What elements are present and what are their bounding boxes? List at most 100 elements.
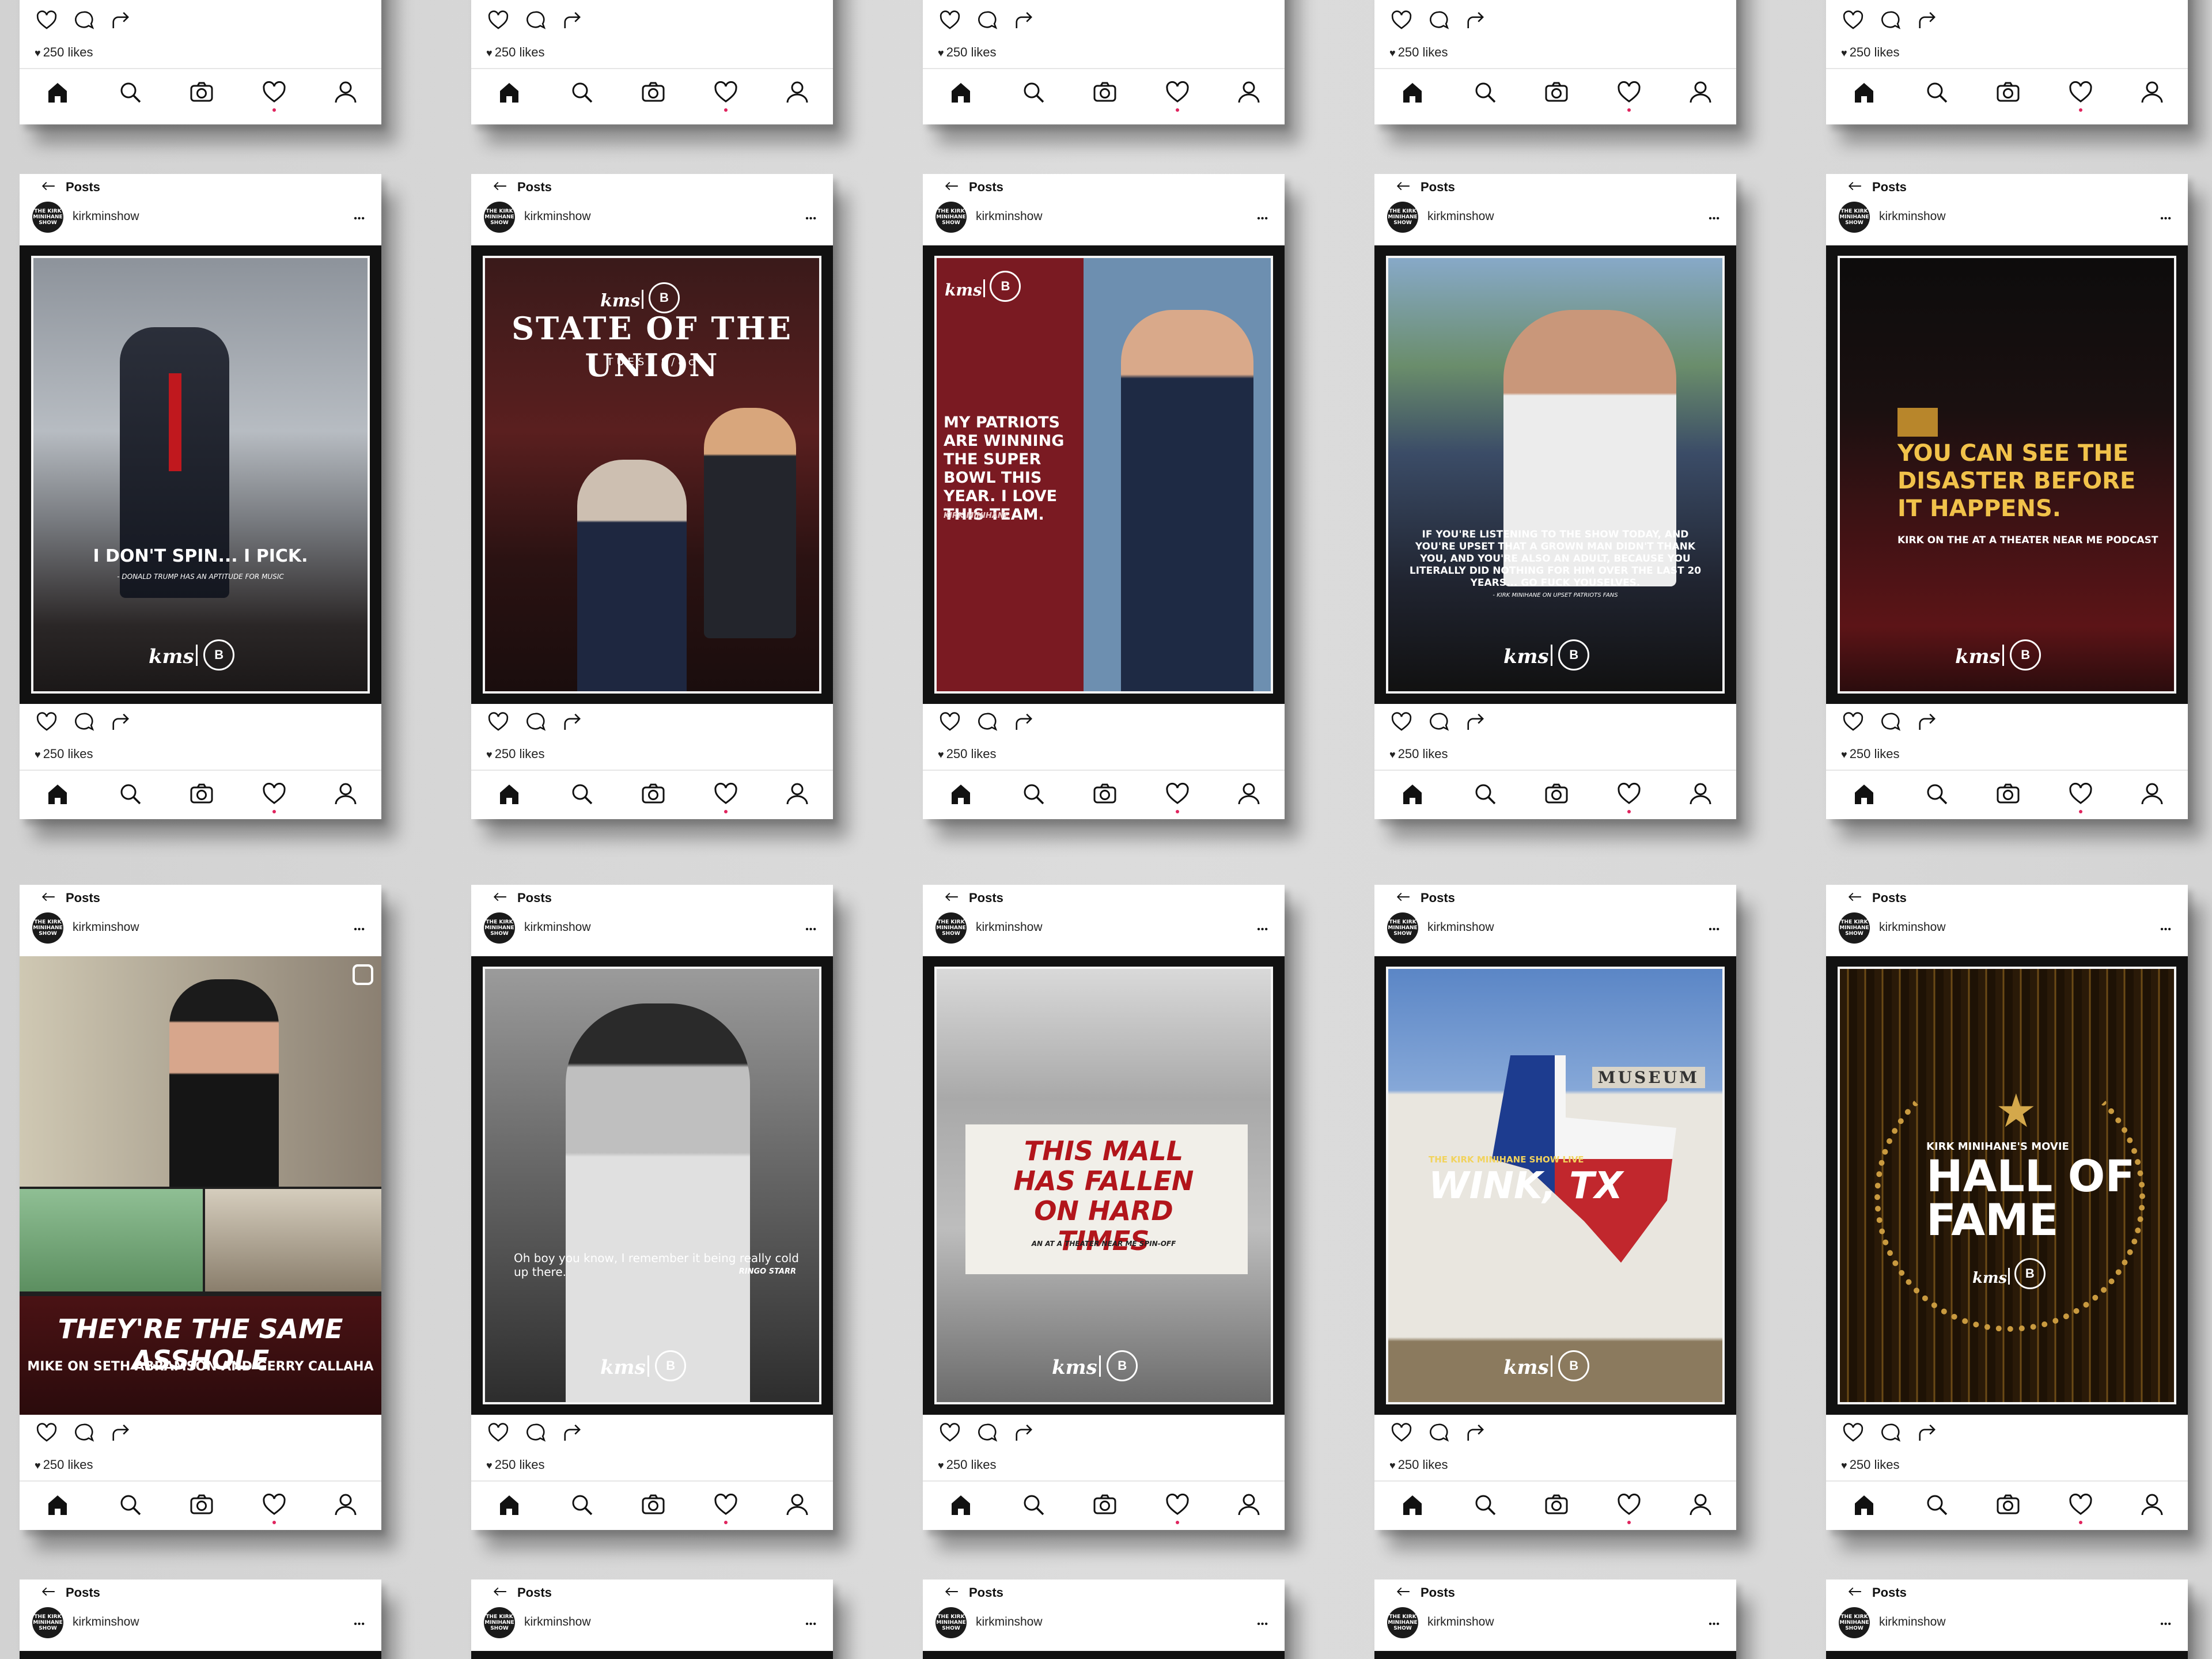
heart-icon[interactable]	[485, 710, 512, 734]
profile-icon[interactable]	[1687, 1491, 1714, 1518]
more-icon[interactable]: •••	[1709, 213, 1720, 225]
heart-icon[interactable]	[1388, 1421, 1415, 1445]
profile-icon[interactable]	[1687, 78, 1714, 106]
activity-icon[interactable]	[1164, 780, 1191, 808]
search-icon[interactable]	[116, 1491, 144, 1518]
profile-icon[interactable]	[1235, 78, 1263, 106]
more-icon[interactable]: •••	[2160, 924, 2172, 935]
avatar[interactable]: THE KIRK MINIHANE SHOW	[935, 202, 967, 233]
back-arrow-icon[interactable]	[939, 179, 964, 194]
search-icon[interactable]	[1471, 78, 1499, 106]
home-icon[interactable]	[947, 78, 975, 106]
activity-icon[interactable]	[260, 1491, 288, 1518]
back-arrow-icon[interactable]	[939, 889, 964, 904]
more-icon[interactable]: •••	[805, 924, 817, 935]
home-icon[interactable]	[1399, 1491, 1426, 1518]
avatar[interactable]: THE KIRK MINIHANE SHOW	[1839, 912, 1870, 944]
heart-icon[interactable]	[485, 1421, 512, 1445]
profile-icon[interactable]	[783, 780, 811, 808]
heart-icon[interactable]	[485, 8, 512, 32]
comment-icon[interactable]	[974, 1421, 1000, 1445]
heart-icon[interactable]	[33, 710, 60, 734]
post-image[interactable]: STATE OF THE UNION TUES. 9/8c kms B	[471, 245, 833, 704]
camera-icon[interactable]	[1994, 780, 2022, 808]
avatar[interactable]: THE KIRK MINIHANE SHOW	[32, 1607, 63, 1638]
camera-icon[interactable]	[639, 1491, 667, 1518]
search-icon[interactable]	[1471, 780, 1499, 808]
avatar[interactable]: THE KIRK MINIHANE SHOW	[32, 912, 63, 944]
post-image[interactable]: THIS MALL HAS FALLEN ON HARD TIMES AN AT …	[923, 956, 1285, 1415]
username[interactable]: kirkminshow	[1427, 1615, 1494, 1629]
back-arrow-icon[interactable]	[1391, 1584, 1416, 1599]
activity-icon[interactable]	[1164, 78, 1191, 106]
profile-icon[interactable]	[1235, 780, 1263, 808]
profile-icon[interactable]	[2138, 78, 2166, 106]
share-icon[interactable]	[1462, 8, 1488, 32]
reel-icon[interactable]	[353, 964, 373, 985]
profile-icon[interactable]	[332, 780, 359, 808]
share-icon[interactable]	[107, 710, 134, 734]
profile-icon[interactable]	[1687, 780, 1714, 808]
avatar[interactable]: THE KIRK MINIHANE SHOW	[1387, 912, 1418, 944]
post-image[interactable]	[471, 1651, 833, 1659]
more-icon[interactable]: •••	[1257, 213, 1268, 225]
post-image[interactable]: ★ KIRK MINIHANE'S MOVIE HALL OF FAME kms B	[1826, 956, 2188, 1415]
camera-icon[interactable]	[188, 780, 215, 808]
comment-icon[interactable]	[522, 710, 548, 734]
profile-icon[interactable]	[783, 1491, 811, 1518]
back-arrow-icon[interactable]	[487, 1584, 513, 1599]
activity-icon[interactable]	[712, 78, 740, 106]
more-icon[interactable]: •••	[1257, 1619, 1268, 1630]
comment-icon[interactable]	[1425, 710, 1452, 734]
home-icon[interactable]	[44, 1491, 71, 1518]
heart-icon[interactable]	[1388, 710, 1415, 734]
share-icon[interactable]	[107, 8, 134, 32]
avatar[interactable]: THE KIRK MINIHANE SHOW	[484, 912, 515, 944]
comment-icon[interactable]	[1877, 710, 1903, 734]
share-icon[interactable]	[1010, 1421, 1037, 1445]
post-image[interactable]	[20, 1651, 381, 1659]
activity-icon[interactable]	[2067, 1491, 2094, 1518]
search-icon[interactable]	[1923, 1491, 1950, 1518]
home-icon[interactable]	[44, 780, 71, 808]
comment-icon[interactable]	[974, 710, 1000, 734]
camera-icon[interactable]	[188, 1491, 215, 1518]
more-icon[interactable]: •••	[354, 1619, 365, 1630]
avatar[interactable]: THE KIRK MINIHANE SHOW	[484, 202, 515, 233]
avatar[interactable]: THE KIRK MINIHANE SHOW	[935, 912, 967, 944]
post-image[interactable]: YOU CAN SEE THE DISASTER BEFORE IT HAPPE…	[1826, 245, 2188, 704]
username[interactable]: kirkminshow	[1879, 210, 1946, 224]
back-arrow-icon[interactable]	[1391, 889, 1416, 904]
share-icon[interactable]	[559, 8, 585, 32]
search-icon[interactable]	[568, 1491, 596, 1518]
share-icon[interactable]	[559, 1421, 585, 1445]
search-icon[interactable]	[568, 780, 596, 808]
comment-icon[interactable]	[522, 1421, 548, 1445]
username[interactable]: kirkminshow	[1879, 921, 1946, 934]
avatar[interactable]: THE KIRK MINIHANE SHOW	[1839, 1607, 1870, 1638]
profile-icon[interactable]	[1235, 1491, 1263, 1518]
avatar[interactable]: THE KIRK MINIHANE SHOW	[1387, 1607, 1418, 1638]
post-image[interactable]	[1374, 1651, 1736, 1659]
home-icon[interactable]	[947, 780, 975, 808]
home-icon[interactable]	[44, 78, 71, 106]
search-icon[interactable]	[568, 78, 596, 106]
post-image[interactable]: THEY'RE THE SAME ASSHOLE MIKE ON SETH ABR…	[20, 956, 381, 1415]
activity-icon[interactable]	[1615, 1491, 1643, 1518]
back-arrow-icon[interactable]	[487, 179, 513, 194]
post-image[interactable]: IF YOU'RE LISTENING TO THE SHOW TODAY, A…	[1374, 245, 1736, 704]
back-arrow-icon[interactable]	[1842, 889, 1868, 904]
camera-icon[interactable]	[1091, 78, 1119, 106]
share-icon[interactable]	[1914, 8, 1940, 32]
home-icon[interactable]	[1850, 78, 1878, 106]
username[interactable]: kirkminshow	[524, 921, 591, 934]
activity-icon[interactable]	[2067, 78, 2094, 106]
share-icon[interactable]	[559, 710, 585, 734]
camera-icon[interactable]	[188, 78, 215, 106]
camera-icon[interactable]	[1091, 780, 1119, 808]
camera-icon[interactable]	[1091, 1491, 1119, 1518]
username[interactable]: kirkminshow	[524, 210, 591, 224]
activity-icon[interactable]	[1615, 780, 1643, 808]
username[interactable]: kirkminshow	[1427, 210, 1494, 224]
more-icon[interactable]: •••	[354, 924, 365, 935]
